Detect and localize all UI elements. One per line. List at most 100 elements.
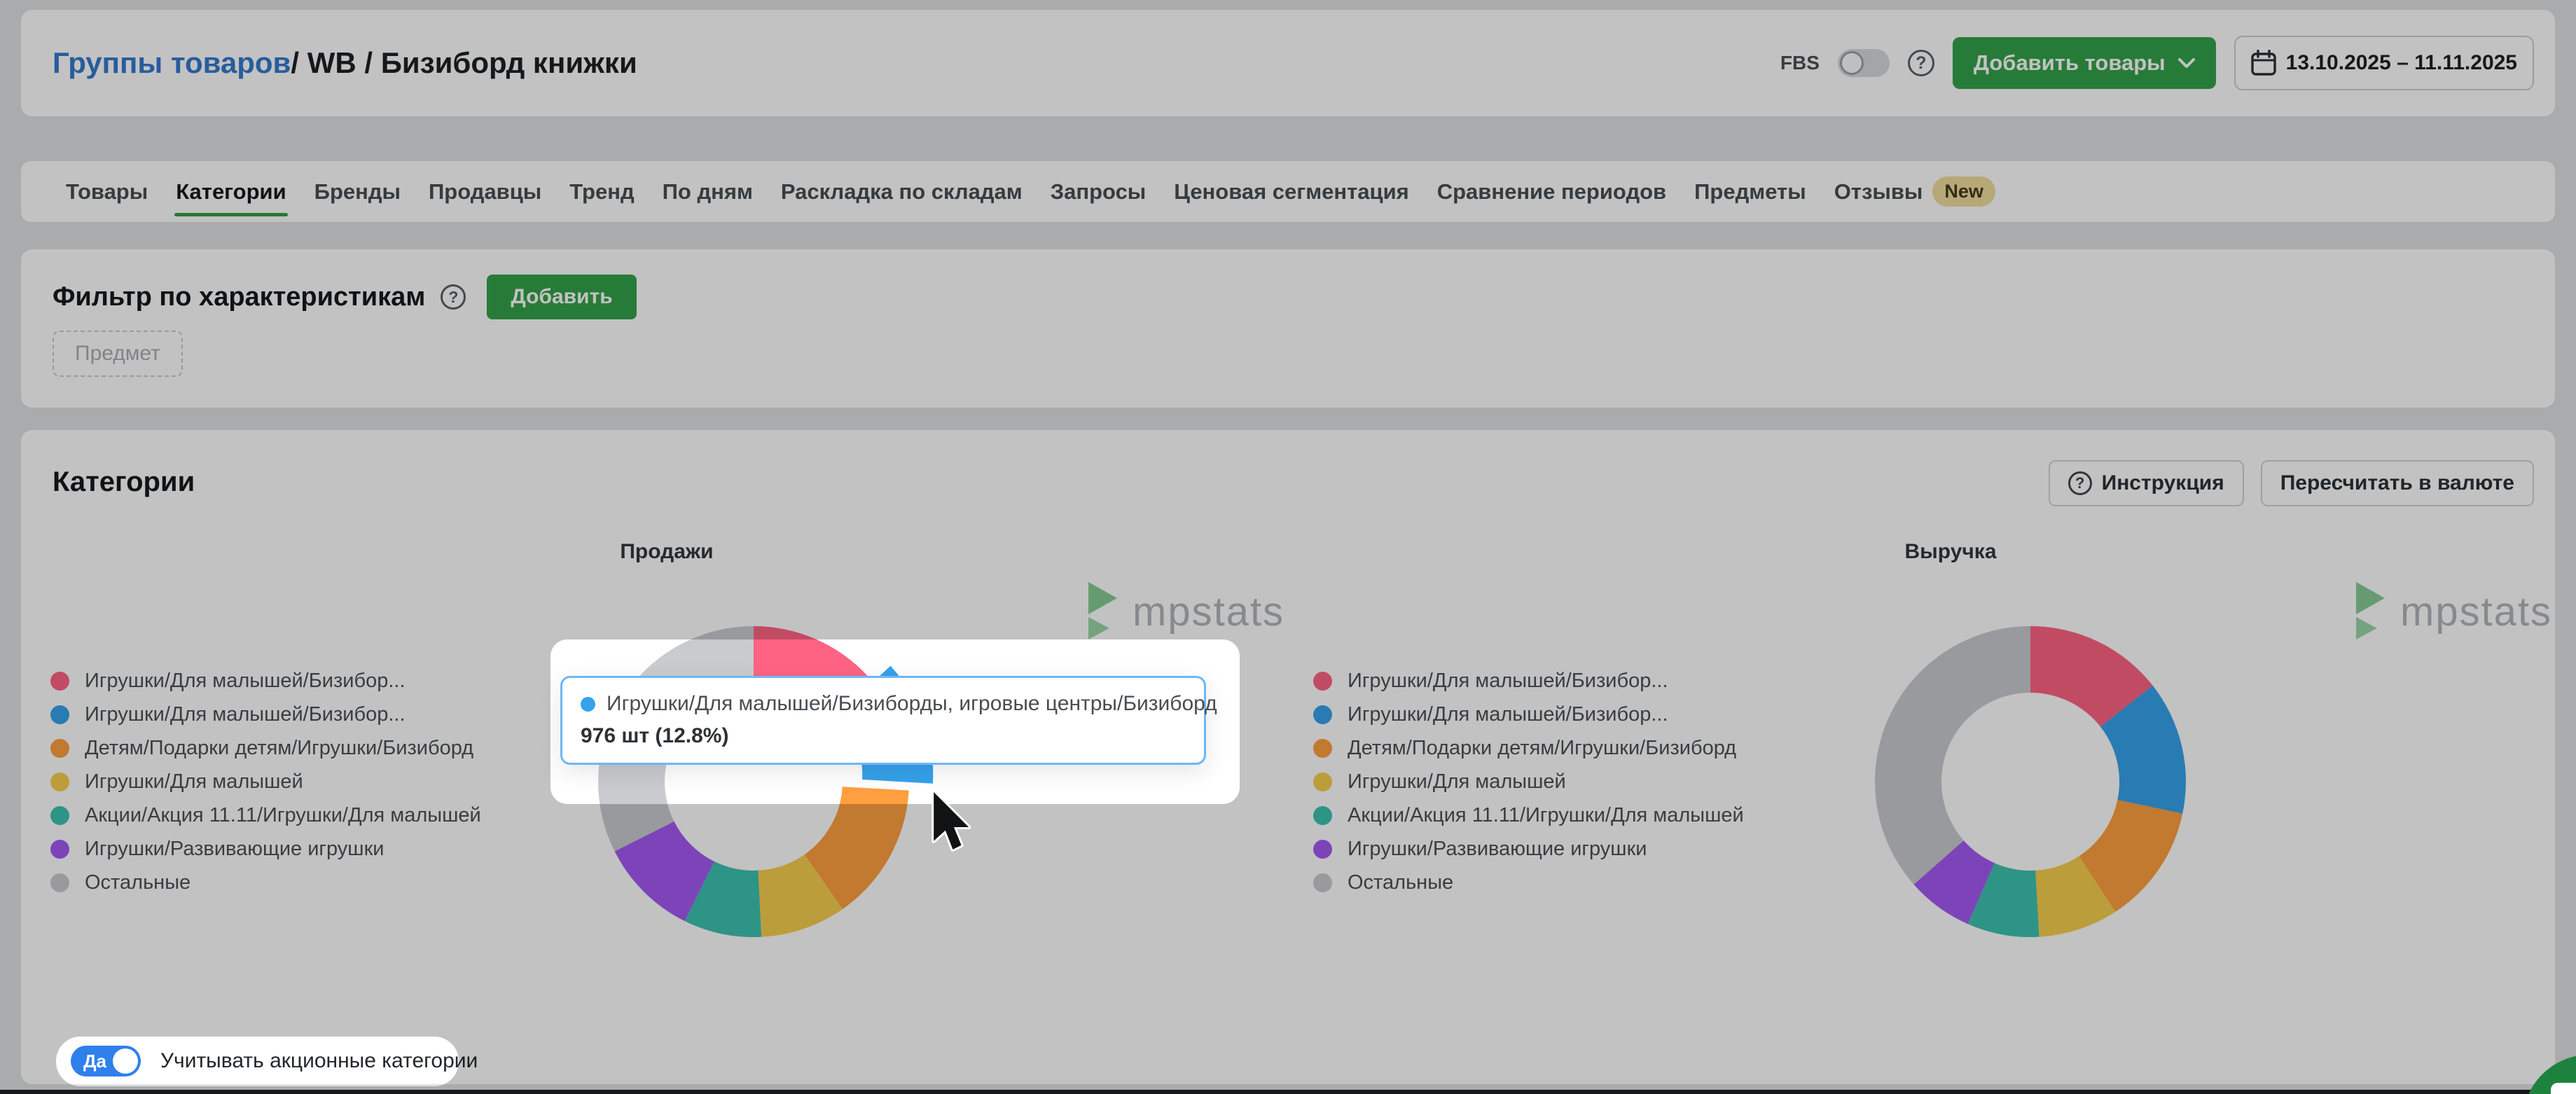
legend-item[interactable]: Игрушки/Для малышей/Бизибор... bbox=[50, 704, 481, 726]
legend-label: Игрушки/Для малышей bbox=[85, 771, 303, 793]
add-products-label: Добавить товары bbox=[1974, 50, 2166, 76]
calendar-icon bbox=[2251, 50, 2276, 76]
tab-prodavcy[interactable]: Продавцы bbox=[429, 161, 541, 222]
sales-chart-title: Продажи bbox=[620, 540, 713, 564]
tab-zaprosy[interactable]: Запросы bbox=[1051, 161, 1147, 222]
tab-label: Категории bbox=[176, 179, 286, 205]
legend-item[interactable]: Игрушки/Для малышей/Бизибор... bbox=[50, 670, 481, 692]
watermark-left: mpstats bbox=[1086, 581, 1284, 642]
tab-label: Предметы bbox=[1694, 179, 1806, 205]
donut-slice[interactable] bbox=[1875, 626, 2030, 885]
mpstats-categories-page: Группы товаров / WB / Бизиборд книжки FB… bbox=[0, 0, 2576, 1094]
legend-label: Игрушки/Для малышей/Бизибор... bbox=[1348, 670, 1668, 692]
tab-predmety[interactable]: Предметы bbox=[1694, 161, 1806, 222]
filter-title: Фильтр по характеристикам bbox=[53, 282, 425, 312]
fbs-toggle-knob bbox=[1840, 51, 1864, 75]
filter-add-button[interactable]: Добавить bbox=[487, 275, 636, 319]
sales-legend: Игрушки/Для малышей/Бизибор... Игрушки/Д… bbox=[50, 670, 481, 894]
legend-label: Игрушки/Для малышей bbox=[1348, 771, 1566, 793]
legend-dot bbox=[50, 873, 69, 892]
tab-otzyvy[interactable]: Отзывы New bbox=[1834, 161, 1995, 222]
promo-categories-toggle[interactable]: Да bbox=[71, 1046, 141, 1076]
sales-donut-chart[interactable] bbox=[558, 586, 950, 978]
tab-label: Отзывы bbox=[1834, 179, 1923, 205]
header-controls: FBS ? Добавить товары 13.10.2025 – 11.11… bbox=[1780, 10, 2534, 116]
recalc-currency-button[interactable]: Пересчитать в валюте bbox=[2261, 460, 2534, 506]
legend-item[interactable]: Игрушки/Развивающие игрушки bbox=[1313, 838, 1744, 860]
tooltip-series-dot bbox=[581, 697, 595, 712]
legend-label: Игрушки/Для малышей/Бизибор... bbox=[1348, 704, 1668, 726]
instruction-label: Инструкция bbox=[2102, 471, 2224, 495]
legend-dot bbox=[1313, 806, 1332, 825]
instruction-button[interactable]: ? Инструкция bbox=[2049, 460, 2244, 506]
legend-label: Акции/Акция 11.11/Игрушки/Для малышей bbox=[1348, 805, 1744, 826]
legend-dot bbox=[1313, 705, 1332, 724]
legend-item[interactable]: Остальные bbox=[50, 872, 481, 894]
legend-dot bbox=[50, 705, 69, 724]
mouse-cursor bbox=[932, 790, 981, 860]
date-range-value: 13.10.2025 – 11.11.2025 bbox=[2286, 51, 2517, 75]
legend-dot bbox=[1313, 739, 1332, 758]
legend-label: Игрушки/Для малышей/Бизибор... bbox=[85, 704, 406, 726]
legend-dot bbox=[1313, 873, 1332, 892]
watermark-text: mpstats bbox=[1133, 588, 1284, 635]
promo-categories-label: Учитывать акционные категории bbox=[160, 1049, 478, 1073]
tab-label: Товары bbox=[66, 179, 148, 205]
tab-cenovaya[interactable]: Ценовая сегментация bbox=[1174, 161, 1408, 222]
date-range-picker[interactable]: 13.10.2025 – 11.11.2025 bbox=[2234, 36, 2534, 90]
legend-item[interactable]: Игрушки/Для малышей bbox=[50, 771, 481, 793]
legend-dot bbox=[1313, 773, 1332, 791]
legend-item[interactable]: Игрушки/Для малышей bbox=[1313, 771, 1744, 793]
tooltip-header: Игрушки/Для малышей/Бизиборды, игровые ц… bbox=[581, 692, 1186, 716]
legend-label: Игрушки/Развивающие игрушки bbox=[85, 838, 384, 860]
mpstats-logo-icon bbox=[1086, 581, 1119, 642]
tab-trend[interactable]: Тренд bbox=[569, 161, 634, 222]
revenue-chart-title: Выручка bbox=[1904, 540, 1996, 564]
tab-label: Бренды bbox=[314, 179, 401, 205]
revenue-legend: Игрушки/Для малышей/Бизибор... Игрушки/Д… bbox=[1313, 670, 1744, 894]
filter-card: Фильтр по характеристикам ? Добавить Пре… bbox=[21, 249, 2555, 408]
fbs-help-icon[interactable]: ? bbox=[1908, 50, 1934, 76]
legend-item[interactable]: Игрушки/Развивающие игрушки bbox=[50, 838, 481, 860]
tab-brendy[interactable]: Бренды bbox=[314, 161, 401, 222]
legend-label: Игрушки/Развивающие игрушки bbox=[1348, 838, 1647, 860]
tab-po-dnyam[interactable]: По дням bbox=[663, 161, 753, 222]
add-products-button[interactable]: Добавить товары bbox=[1953, 37, 2216, 89]
filter-chip-predmet[interactable]: Предмет bbox=[53, 331, 183, 377]
legend-item[interactable]: Детям/Подарки детям/Игрушки/Бизиборд bbox=[50, 738, 481, 759]
legend-item[interactable]: Остальные bbox=[1313, 872, 1744, 894]
legend-item[interactable]: Детям/Подарки детям/Игрушки/Бизиборд bbox=[1313, 738, 1744, 759]
watermark-right: mpstats bbox=[2354, 581, 2552, 642]
mpstats-logo-icon bbox=[2354, 581, 2386, 642]
legend-dot bbox=[50, 806, 69, 825]
instruction-help-icon: ? bbox=[2068, 471, 2092, 495]
new-badge: New bbox=[1932, 176, 1995, 207]
legend-label: Детям/Подарки детям/Игрушки/Бизиборд bbox=[1348, 738, 1736, 759]
tab-label: Раскладка по складам bbox=[781, 179, 1023, 205]
tooltip-category-label: Игрушки/Для малышей/Бизиборды, игровые ц… bbox=[607, 692, 1217, 716]
filter-header-row: Фильтр по характеристикам ? Добавить bbox=[53, 275, 637, 319]
tab-bar: Товары Категории Бренды Продавцы Тренд П… bbox=[21, 161, 2555, 222]
recalc-currency-label: Пересчитать в валюте bbox=[2280, 471, 2514, 495]
legend-label: Остальные bbox=[1348, 872, 1453, 894]
legend-item[interactable]: Акции/Акция 11.11/Игрушки/Для малышей bbox=[1313, 805, 1744, 826]
tab-tovary[interactable]: Товары bbox=[66, 161, 148, 222]
legend-item[interactable]: Игрушки/Для малышей/Бизибор... bbox=[1313, 670, 1744, 692]
categories-panel: Категории ? Инструкция Пересчитать в вал… bbox=[21, 430, 2555, 1084]
bottom-edge-strip bbox=[0, 1090, 2576, 1094]
tab-kategorii[interactable]: Категории bbox=[176, 161, 286, 222]
tab-sravnenie[interactable]: Сравнение периодов bbox=[1437, 161, 1666, 222]
legend-label: Детям/Подарки детям/Игрушки/Бизиборд bbox=[85, 738, 473, 759]
watermark-text: mpstats bbox=[2400, 588, 2552, 635]
revenue-donut-chart[interactable] bbox=[1834, 586, 2227, 978]
legend-dot bbox=[1313, 840, 1332, 859]
legend-item[interactable]: Игрушки/Для малышей/Бизибор... bbox=[1313, 704, 1744, 726]
breadcrumb-groups-link[interactable]: Группы товаров bbox=[53, 46, 291, 80]
tab-label: Тренд bbox=[569, 179, 634, 205]
legend-item[interactable]: Акции/Акция 11.11/Игрушки/Для малышей bbox=[50, 805, 481, 826]
tab-raskladka[interactable]: Раскладка по складам bbox=[781, 161, 1023, 222]
legend-dot bbox=[50, 672, 69, 691]
legend-label: Акции/Акция 11.11/Игрушки/Для малышей bbox=[85, 805, 481, 826]
fbs-toggle[interactable] bbox=[1838, 49, 1890, 77]
filter-help-icon[interactable]: ? bbox=[441, 284, 466, 310]
